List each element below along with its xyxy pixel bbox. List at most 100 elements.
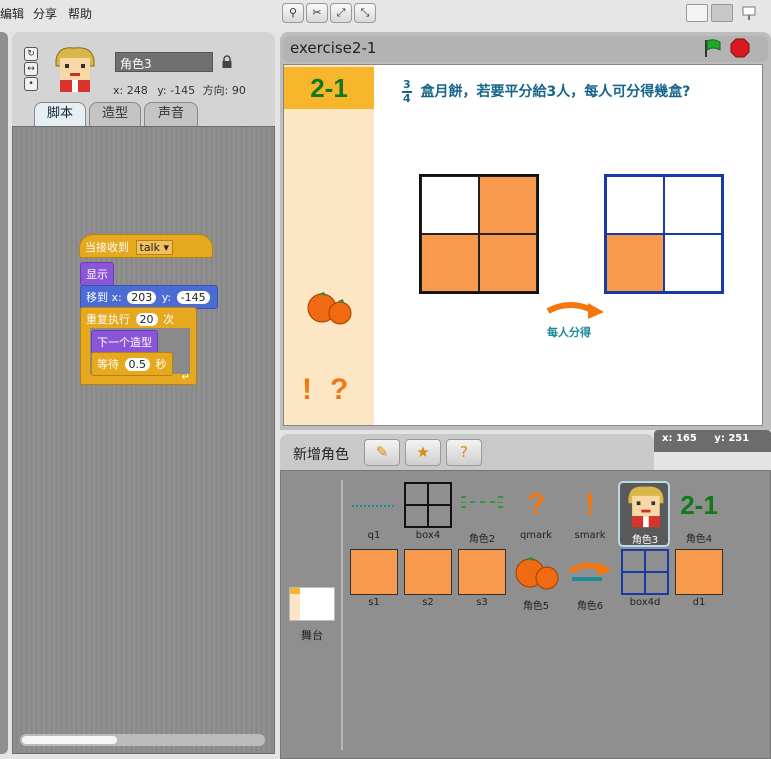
sprite-direction-value: 90 [231, 84, 246, 97]
show-block[interactable]: 显示 [80, 262, 114, 286]
sprite-d1[interactable]: d1 [674, 549, 724, 611]
grid-cell [664, 234, 722, 292]
menu-share[interactable]: 分享 [33, 5, 57, 22]
wait-block[interactable]: 等待 0.5 秒 [91, 352, 173, 376]
sprite-label: qmark [519, 530, 553, 541]
sprite-label: s3 [476, 597, 488, 608]
choose-sprite-file-button[interactable]: ★ [405, 439, 441, 466]
arrow-icon [544, 297, 606, 323]
arrow-label: 每人分得 [547, 326, 591, 339]
qmark-thumbnail: ? [526, 488, 546, 521]
lock-icon[interactable] [221, 55, 233, 69]
sprite-label: box4 [415, 530, 441, 541]
sprite3-thumbnail [621, 483, 669, 529]
mouse-x-label: x: [662, 433, 673, 444]
tab-sounds[interactable]: 声音 [144, 102, 198, 126]
tab-scripts[interactable]: 脚本 [34, 102, 86, 126]
sprite-box4[interactable]: box4 [403, 482, 453, 544]
scripts-scroll-thumb[interactable] [22, 736, 117, 744]
sprite-s3[interactable]: s3 [457, 549, 507, 611]
repeat-count-input[interactable]: 20 [135, 313, 158, 326]
rotate-style-icon[interactable]: ↻ [24, 47, 38, 61]
when-receive-block[interactable]: 当接收到 talk ▾ [79, 234, 213, 258]
scripts-area[interactable] [12, 126, 275, 754]
goto-y-label: y: [161, 291, 172, 304]
sprite4-thumbnail: 2-1 [680, 490, 718, 520]
sprite-s1[interactable]: s1 [349, 549, 399, 611]
sprite-label: 角色5 [522, 601, 550, 612]
fraction-sprite-thumbnail [458, 482, 506, 528]
sprite-label: 角色2 [468, 534, 496, 545]
green-flag-icon[interactable] [702, 38, 722, 58]
shrink-icon[interactable]: ⤡ [354, 3, 376, 23]
sprite-4[interactable]: 2-1 角色4 [674, 482, 724, 545]
mouse-y: 251 [728, 433, 750, 444]
sprite-name-input[interactable]: 角色3 [115, 52, 213, 72]
presentation-mode-icon[interactable] [740, 4, 758, 22]
menu-edit[interactable]: 编辑 [0, 5, 24, 22]
sprite-3-selected[interactable]: 角色3 [618, 481, 670, 547]
s3-thumbnail [458, 549, 506, 595]
stage[interactable]: 2-1 3 4 盒月餅，若要平分給3人，每人可分得幾盒? 每人分得 ! ? [283, 64, 763, 426]
grow-icon[interactable]: ⤢ [330, 3, 352, 23]
question-mark: ? [330, 373, 349, 406]
small-stage-mode-icon[interactable] [686, 4, 708, 22]
scissors-icon[interactable]: ✂ [306, 3, 328, 23]
stop-sign-icon[interactable] [730, 38, 750, 58]
palette-edge [0, 32, 8, 754]
normal-stage-mode-icon[interactable] [711, 4, 733, 22]
grid-cell [664, 176, 722, 234]
show-label: 显示 [86, 268, 108, 281]
question-body: 盒月餅，若要平分給3人，每人可分得幾盒? [420, 84, 691, 100]
question-text: 3 4 盒月餅，若要平分給3人，每人可分得幾盒? [402, 79, 690, 105]
next-costume-block[interactable]: 下一个造型 [91, 330, 158, 354]
sprite-label: q1 [367, 530, 381, 541]
s2-thumbnail [404, 549, 452, 595]
grid-cell-filled [606, 234, 664, 292]
grid-cell-filled [421, 234, 479, 292]
sprite-label: d1 [692, 597, 706, 608]
sprite-s2[interactable]: s2 [403, 549, 453, 611]
sprite-label: smark [574, 530, 606, 541]
repeat-unit-label: 次 [163, 313, 174, 326]
sprite-qmark[interactable]: ? qmark [511, 482, 561, 544]
mooncake-icon [304, 290, 356, 326]
sprite-5[interactable]: 角色5 [511, 549, 561, 612]
sprite-smark[interactable]: ! smark [565, 482, 615, 544]
menu-help[interactable]: 帮助 [68, 5, 92, 22]
stage-thumbnail[interactable] [289, 587, 335, 621]
goto-y-input[interactable]: -145 [176, 291, 210, 304]
box4-thumbnail [404, 482, 452, 528]
wait-input[interactable]: 0.5 [124, 358, 150, 371]
sprite-label: 角色4 [685, 534, 713, 545]
grid-cell [606, 176, 664, 234]
sprite-2[interactable]: 角色2 [457, 482, 507, 545]
sprite-label: box4d [629, 597, 661, 608]
sprite-box4d[interactable]: box4d [620, 549, 670, 611]
repeat-label: 重复执行 [86, 313, 130, 326]
s1-thumbnail [350, 549, 398, 595]
sprite-y-value: -145 [170, 84, 196, 97]
wait-unit-label: 秒 [155, 358, 167, 371]
sprite-6[interactable]: 角色6 [565, 549, 615, 612]
message-dropdown[interactable]: talk ▾ [135, 240, 174, 255]
mouse-coords: x: 165 y: 251 [654, 430, 771, 452]
paint-new-sprite-button[interactable]: ✎ [364, 439, 400, 466]
no-rotate-icon[interactable]: • [24, 77, 38, 91]
exercise-badge: 2-1 [284, 67, 374, 109]
goto-x-input[interactable]: 203 [127, 291, 157, 304]
sprite-direction-label: 方向: [202, 84, 229, 97]
sprite-label: 角色3 [631, 535, 659, 546]
flip-style-icon[interactable]: ↔ [24, 62, 38, 76]
next-costume-label: 下一个造型 [97, 336, 152, 349]
random-sprite-button[interactable]: ? [446, 439, 482, 466]
tab-costumes[interactable]: 造型 [89, 102, 141, 126]
when-receive-label: 当接收到 [85, 241, 129, 254]
sprite-label: s1 [368, 597, 380, 608]
stage-label: 舞台 [301, 629, 323, 642]
mouse-y-label: y: [714, 433, 725, 444]
sprite-q1[interactable]: q1 [349, 482, 399, 544]
goto-xy-block[interactable]: 移到 x: 203 y: -145 [80, 285, 218, 309]
sprite-thumbnail [48, 44, 100, 94]
stamp-icon[interactable]: ⚲ [282, 3, 304, 23]
